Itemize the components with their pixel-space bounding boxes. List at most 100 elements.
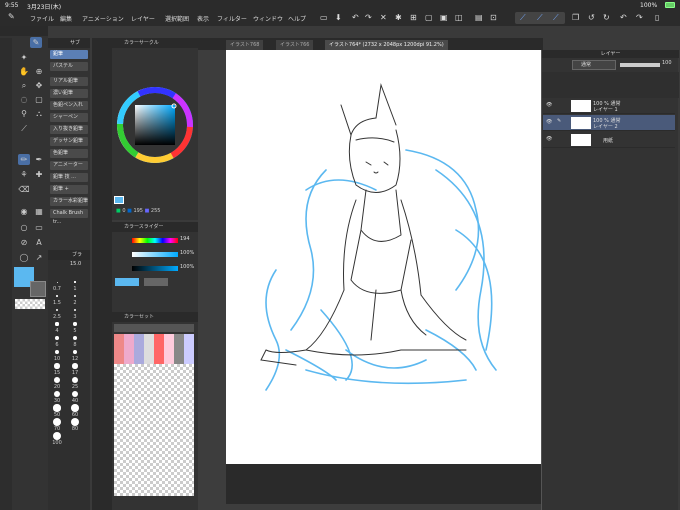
app-logo-icon[interactable]: ✎ bbox=[8, 13, 15, 21]
tool-eyedropper-icon[interactable]: ⚲ bbox=[18, 108, 30, 119]
menu-animation[interactable]: アニメーション bbox=[82, 14, 124, 23]
brush-size-dot[interactable] bbox=[74, 281, 76, 283]
tab-illust-764[interactable]: イラスト764* (2732 x 2048px 1200dpi 91.2%) bbox=[325, 40, 448, 50]
tool-hand-icon[interactable]: ✋ bbox=[18, 66, 30, 77]
menu-view[interactable]: 表示 bbox=[197, 14, 209, 23]
tool-ruler-icon[interactable]: ⊘ bbox=[18, 237, 30, 248]
transparent-color-swatch[interactable] bbox=[15, 299, 45, 309]
layer-row[interactable]: 👁 100 % 通常 レイヤー 1 bbox=[543, 98, 675, 114]
brush-size-dot[interactable] bbox=[56, 295, 58, 297]
layers-icon[interactable]: ❐ bbox=[572, 14, 579, 22]
color-swatches[interactable] bbox=[114, 334, 194, 364]
subtool-item[interactable]: 色鉛筆 bbox=[50, 149, 88, 158]
tool-blend-icon[interactable]: ◉ bbox=[18, 206, 30, 217]
subtool-item[interactable]: 入り抜き鉛筆 bbox=[50, 125, 88, 134]
subtool-item[interactable]: パステル bbox=[50, 62, 88, 71]
deselect-icon[interactable]: ▣ bbox=[440, 14, 448, 22]
tab-illust-768[interactable]: イラスト768 bbox=[226, 40, 264, 50]
brush-size-dot[interactable] bbox=[53, 404, 61, 412]
brush-size-dot[interactable] bbox=[54, 363, 60, 369]
menu-layer[interactable]: レイヤー bbox=[131, 14, 155, 23]
flip-vertical-icon[interactable]: ↷ bbox=[636, 14, 643, 22]
tool-zoom-icon[interactable]: ⊕ bbox=[33, 66, 45, 77]
tool-correct-line-icon[interactable]: ↗ bbox=[33, 252, 45, 263]
brush-size-dot[interactable] bbox=[56, 281, 58, 283]
brush-size-dot[interactable] bbox=[73, 294, 77, 298]
subtool-item[interactable]: 鉛筆 bbox=[50, 50, 88, 59]
saturation-slider[interactable] bbox=[132, 252, 178, 257]
subtool-item[interactable]: 濃い鉛筆 bbox=[50, 89, 88, 98]
hue-slider[interactable] bbox=[132, 238, 178, 243]
brush-size-dot[interactable] bbox=[73, 322, 77, 326]
brush-size-dot[interactable] bbox=[54, 377, 60, 383]
sub-color-swatch[interactable] bbox=[30, 281, 46, 297]
visibility-eye-icon[interactable]: 👁 bbox=[546, 102, 552, 108]
color-wheel[interactable] bbox=[116, 86, 194, 164]
menu-help[interactable]: ヘルプ bbox=[288, 14, 306, 23]
snap-ruler-icon[interactable]: ⟋ bbox=[520, 14, 526, 22]
visibility-eye-icon[interactable]: 👁 bbox=[546, 119, 552, 125]
layer-row-selected[interactable]: 👁 ✎ 100 % 通常 レイヤー 2 bbox=[543, 115, 675, 131]
subtool-item[interactable]: Chalk Brush tr... bbox=[50, 209, 88, 225]
tool-decoration-icon[interactable]: ✚ bbox=[33, 169, 45, 180]
menu-window[interactable]: ウィンドウ bbox=[253, 14, 283, 23]
subtool-item[interactable]: 鉛筆 技 ... bbox=[50, 173, 88, 182]
tab-illust-766[interactable]: イラスト766 bbox=[276, 40, 314, 50]
menu-file[interactable]: ファイル bbox=[30, 14, 54, 23]
crop-icon[interactable]: ⊡ bbox=[490, 14, 497, 22]
drawing-canvas[interactable] bbox=[226, 50, 541, 464]
tool-gradient-icon[interactable]: ▦ bbox=[33, 206, 45, 217]
tool-pen[interactable]: ✎ bbox=[30, 37, 42, 48]
subtool-item[interactable]: 鉛筆 + bbox=[50, 185, 88, 194]
select-all-icon[interactable]: ▢ bbox=[425, 14, 433, 22]
tool-frame-icon[interactable]: ▭ bbox=[33, 222, 45, 233]
menu-filter[interactable]: フィルター bbox=[217, 14, 247, 23]
menu-selection[interactable]: 選択範囲 bbox=[165, 14, 189, 23]
subtool-item[interactable]: カラー水彩鉛筆 bbox=[50, 197, 88, 206]
brush-size-dot[interactable] bbox=[71, 418, 79, 426]
snap-grid-icon[interactable]: ⟋ bbox=[553, 14, 559, 22]
subtool-item[interactable]: 色鉛ペン入れ bbox=[50, 101, 88, 110]
subtool-item[interactable]: シャーペン bbox=[50, 113, 88, 122]
device-icon[interactable]: ▯ bbox=[655, 14, 659, 22]
clear-icon[interactable]: ✕ bbox=[380, 14, 387, 22]
subtool-item[interactable]: デッサン鉛筆 bbox=[50, 137, 88, 146]
visibility-eye-icon[interactable]: 👁 bbox=[546, 136, 552, 142]
tool-eraser-icon[interactable]: ⌫ bbox=[18, 184, 30, 195]
save-icon[interactable]: ⬇ bbox=[335, 14, 342, 22]
settings-icon[interactable]: ✱ bbox=[395, 14, 402, 22]
snap-special-ruler-icon[interactable]: ⟋ bbox=[537, 14, 543, 22]
brush-size-dot[interactable] bbox=[53, 432, 61, 440]
slider-main-color[interactable] bbox=[115, 278, 139, 286]
tool-pen-icon[interactable]: ✒ bbox=[33, 154, 45, 165]
tool-fill-icon[interactable]: ⛬ bbox=[33, 108, 45, 119]
brush-size-dot[interactable] bbox=[71, 404, 79, 412]
transform-icon[interactable]: ⊞ bbox=[410, 14, 417, 22]
blend-mode-select[interactable]: 通常 bbox=[572, 60, 616, 70]
tool-selection-icon[interactable]: ▢ bbox=[33, 94, 45, 105]
tool-balloon-icon[interactable]: ◯ bbox=[18, 252, 30, 263]
tool-lasso-icon[interactable]: ◌ bbox=[18, 94, 30, 105]
tool-text-icon[interactable]: A bbox=[33, 237, 45, 248]
tool-pencil-icon[interactable]: ✏ bbox=[18, 154, 30, 165]
value-slider[interactable] bbox=[132, 266, 178, 271]
brush-size-dot[interactable] bbox=[53, 418, 61, 426]
rotate-right-icon[interactable]: ↻ bbox=[603, 14, 610, 22]
brush-size-dot[interactable] bbox=[72, 363, 78, 369]
subtool-item[interactable]: リアル鉛筆 bbox=[50, 77, 88, 86]
invert-selection-icon[interactable]: ◫ bbox=[455, 14, 463, 22]
tool-brush-icon[interactable]: ⟋ bbox=[18, 123, 30, 134]
rotate-left-icon[interactable]: ↺ bbox=[588, 14, 595, 22]
tool-figure-icon[interactable]: ○ bbox=[18, 222, 30, 233]
brush-size-dot[interactable] bbox=[55, 336, 59, 340]
tool-move-icon[interactable]: ✥ bbox=[33, 80, 45, 91]
tool-search-icon[interactable]: ⌕ bbox=[18, 80, 30, 91]
layer-row[interactable]: 👁 用紙 bbox=[543, 132, 675, 148]
subtool-item[interactable]: アニメーター bbox=[50, 161, 88, 170]
tool-airbrush-icon[interactable]: ⚘ bbox=[18, 169, 30, 180]
brush-size-dot[interactable] bbox=[55, 322, 59, 326]
tool-magic-icon[interactable]: ✦ bbox=[18, 52, 30, 63]
menu-edit[interactable]: 編集 bbox=[60, 14, 72, 23]
current-color-chip[interactable] bbox=[114, 196, 124, 204]
redo-icon[interactable]: ↷ bbox=[365, 14, 372, 22]
